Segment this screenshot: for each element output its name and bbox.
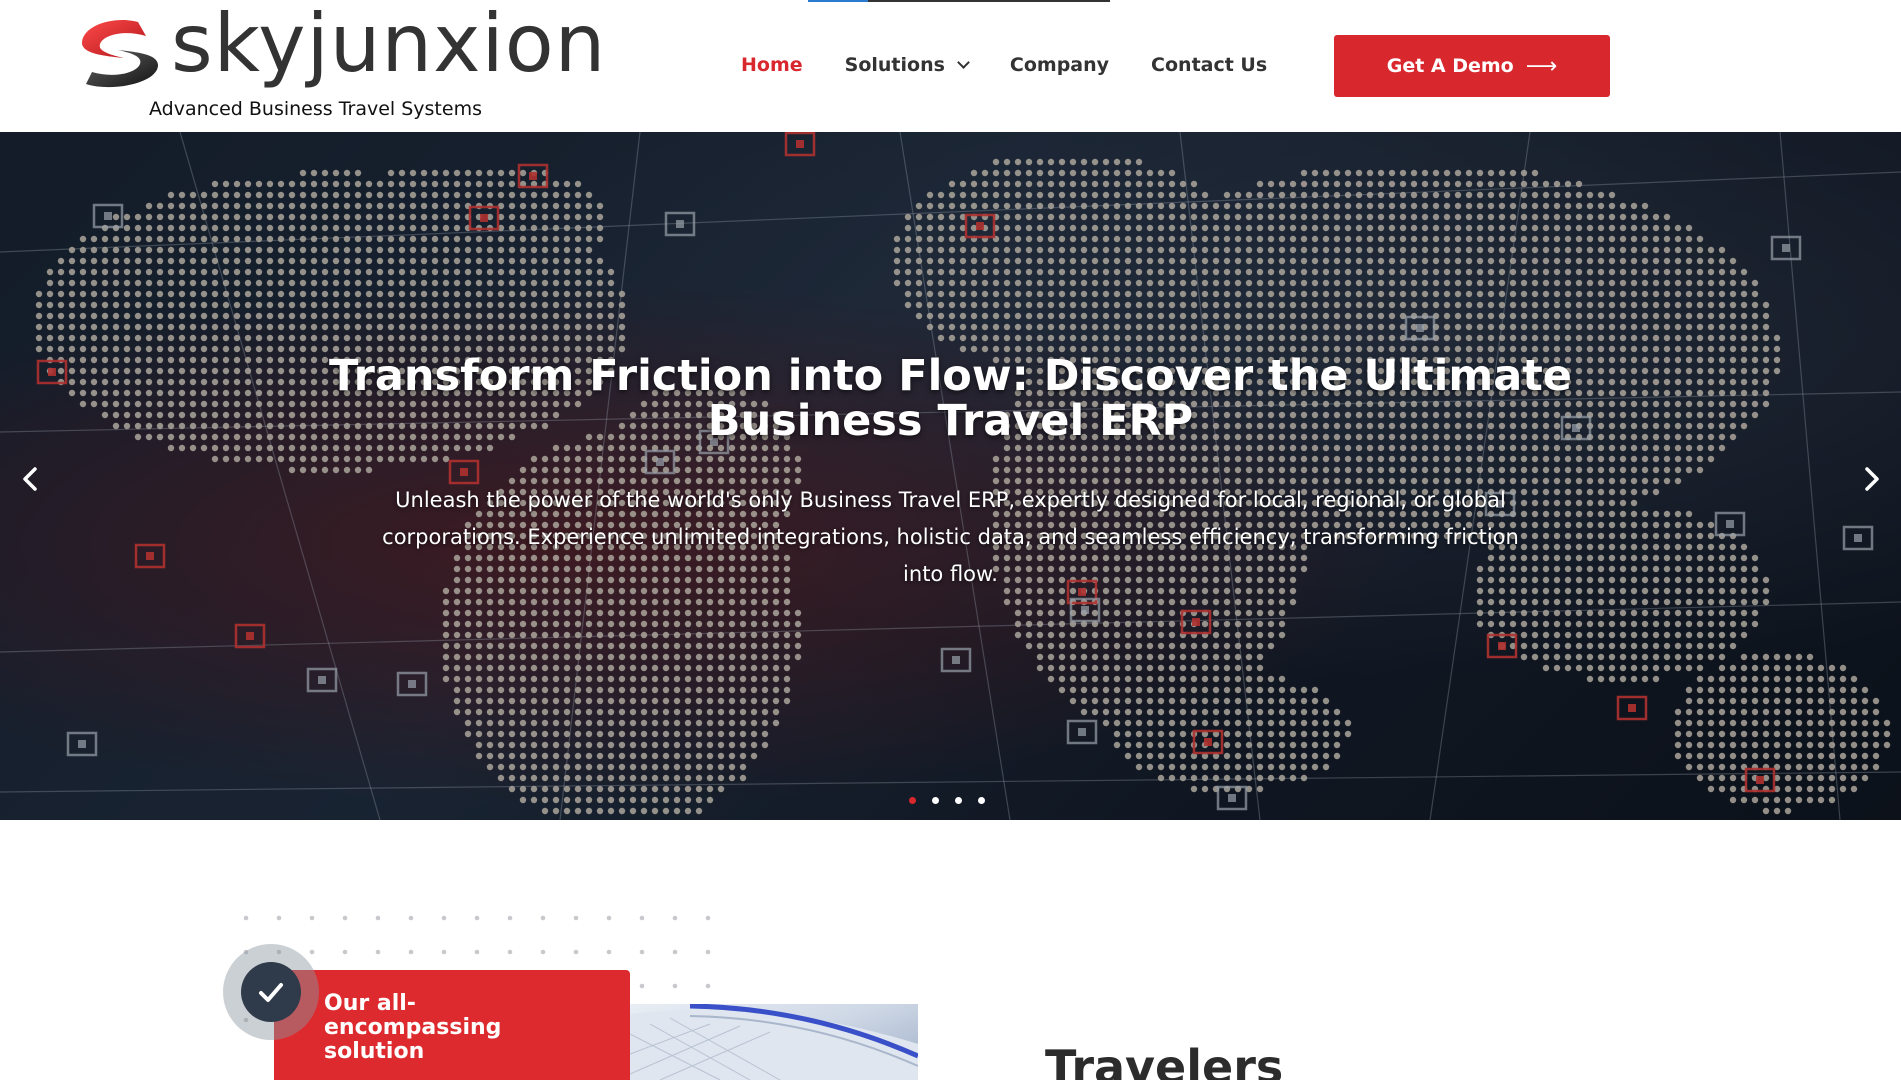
feature-card: Our all-encompassing solution bbox=[274, 970, 630, 1080]
nav-item-solutions[interactable]: Solutions bbox=[844, 54, 970, 76]
airport-photo bbox=[630, 1004, 918, 1080]
get-demo-button[interactable]: Get A Demo ⟶ bbox=[1334, 35, 1610, 97]
section-heading: Travelers bbox=[1045, 1040, 1284, 1080]
check-icon bbox=[259, 983, 283, 1002]
nav-label-home: Home bbox=[741, 54, 803, 76]
nav-label-solutions: Solutions bbox=[844, 54, 945, 76]
slider-dot[interactable] bbox=[978, 797, 985, 804]
nav-label-contact: Contact Us bbox=[1151, 54, 1268, 76]
check-badge bbox=[223, 944, 319, 1040]
hero-description: Unleash the power of the world's only Bu… bbox=[382, 488, 1519, 586]
main-nav: Home Solutions Company Contact Us bbox=[741, 54, 1267, 76]
brand-tagline: Advanced Business Travel Systems bbox=[149, 98, 482, 120]
chevron-left-icon bbox=[23, 467, 37, 491]
logo-mark-icon bbox=[81, 20, 159, 88]
slider-prev-button[interactable] bbox=[10, 459, 50, 499]
brand-logo[interactable]: skyjunxion Advanced Business Travel Syst… bbox=[76, 4, 605, 125]
hero-slider: Transform Friction into Flow: Discover t… bbox=[0, 132, 1901, 820]
slider-next-button[interactable] bbox=[1852, 459, 1892, 499]
slider-dot[interactable] bbox=[932, 797, 939, 804]
hero-title: Transform Friction into Flow: Discover t… bbox=[329, 351, 1572, 446]
chevron-down-icon bbox=[957, 55, 970, 69]
nav-label-company: Company bbox=[1009, 54, 1110, 76]
hero-overlay bbox=[0, 132, 1901, 820]
chevron-right-icon bbox=[1865, 467, 1879, 491]
nav-item-company[interactable]: Company bbox=[1010, 54, 1109, 76]
feature-card-text: Our all-encompassing solution bbox=[324, 991, 502, 1064]
brand-name: skyjunxion bbox=[171, 0, 607, 90]
arrow-right-icon: ⟶ bbox=[1525, 53, 1558, 79]
slider-dot[interactable] bbox=[909, 797, 916, 804]
get-demo-label: Get A Demo bbox=[1386, 55, 1514, 77]
slider-dots bbox=[909, 797, 985, 804]
nav-item-contact[interactable]: Contact Us bbox=[1151, 54, 1267, 76]
nav-item-home[interactable]: Home bbox=[741, 54, 803, 76]
airport-roof-image bbox=[630, 1004, 918, 1080]
slider-dot[interactable] bbox=[955, 797, 962, 804]
site-header: skyjunxion Advanced Business Travel Syst… bbox=[0, 0, 1901, 132]
top-accent-bar bbox=[808, 0, 1110, 2]
